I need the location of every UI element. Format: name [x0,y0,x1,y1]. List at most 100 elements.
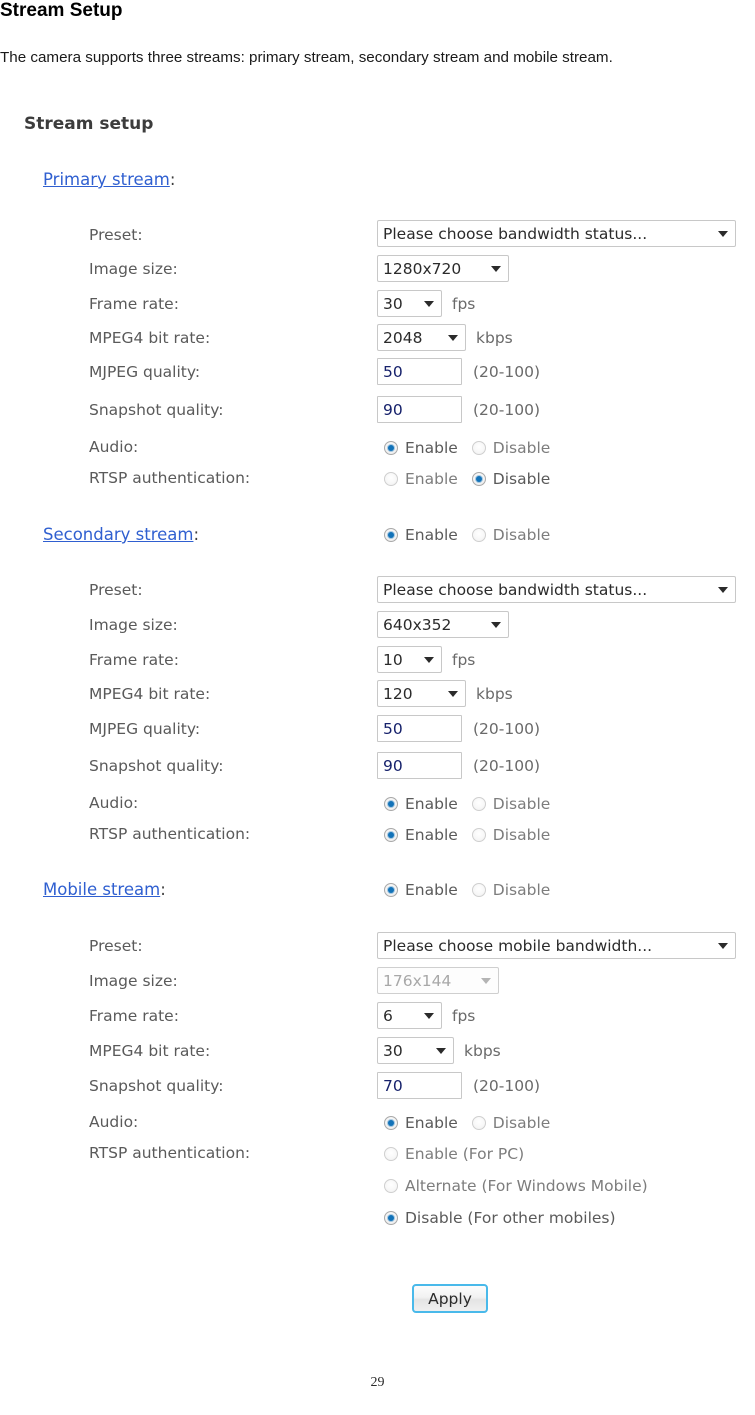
secondary-stream-link[interactable]: Secondary stream [43,525,193,544]
mobile-fps-unit: fps [452,1007,476,1025]
mobile-snapshot-quality-input[interactable]: 70 [377,1072,462,1099]
secondary-snapshot-range-hint: (20-100) [473,757,540,775]
radio-on-icon[interactable] [384,528,398,542]
mobile-mpeg4-bit-rate-value: 30 [383,1041,403,1060]
radio-off-icon[interactable] [471,883,486,897]
mobile-stream-heading[interactable]: Mobile stream: [43,880,166,899]
primary-audio-radio-group[interactable]: Enable Disable [384,437,550,459]
page-number: 29 [370,1375,385,1390]
intro-paragraph: The camera supports three streams: prima… [0,49,613,66]
radio-on-icon[interactable] [384,1211,398,1225]
primary-frame-rate-label: Frame rate: [89,295,179,313]
primary-mpeg4-bit-rate-value: 2048 [383,328,423,347]
chevron-down-icon [436,1047,446,1054]
radio-off-icon[interactable] [384,472,398,486]
primary-snapshot-quality-value: 90 [383,400,403,419]
mobile-rtsp-alternate-option[interactable]: Alternate (For Windows Mobile) [384,1175,648,1197]
secondary-image-size-value: 640x352 [383,615,452,634]
secondary-enable-radio-group[interactable]: Enable Disable [384,524,550,546]
mobile-rtsp-enable-pc-item[interactable]: Enable (For PC) [384,1145,524,1163]
secondary-rtsp-label: RTSP authentication: [89,825,251,843]
secondary-snapshot-quality-label: Snapshot quality: [89,757,224,775]
primary-stream-link[interactable]: Primary stream [43,170,170,189]
primary-audio-enable-option[interactable]: Enable [384,439,458,457]
secondary-enable-option[interactable]: Enable [384,526,458,544]
apply-button[interactable]: Apply [412,1284,488,1313]
chevron-down-icon [718,942,728,949]
secondary-mpeg4-bit-rate-select[interactable]: 120 [377,680,466,707]
primary-mjpeg-quality-label: MJPEG quality: [89,363,201,381]
primary-rtsp-enable-option[interactable]: Enable [384,470,458,488]
radio-on-icon[interactable] [471,472,486,486]
primary-image-size-select[interactable]: 1280x720 [377,255,509,282]
radio-on-icon[interactable] [384,1116,398,1130]
chevron-down-icon [424,300,434,307]
primary-mpeg4-bit-rate-label: MPEG4 bit rate: [89,329,211,347]
secondary-audio-enable-label: Enable [405,795,458,813]
chevron-down-icon [491,265,501,272]
primary-rtsp-label: RTSP authentication: [89,469,251,487]
secondary-mjpeg-quality-input[interactable]: 50 [377,715,462,742]
primary-mpeg4-bit-rate-select[interactable]: 2048 [377,324,466,351]
mobile-rtsp-disable-item[interactable]: Disable (For other mobiles) [384,1209,616,1227]
radio-on-icon[interactable] [384,441,398,455]
primary-rtsp-disable-option[interactable]: Disable [471,470,550,488]
mobile-audio-disable-label: Disable [492,1114,551,1132]
radio-off-icon[interactable] [471,1116,486,1130]
mobile-preset-select[interactable]: Please choose mobile bandwidth... [377,932,736,959]
secondary-frame-rate-select[interactable]: 10 [377,646,442,673]
secondary-mpeg4-bit-rate-value: 120 [383,684,413,703]
chevron-down-icon [448,690,458,697]
secondary-disable-label: Disable [492,526,551,544]
primary-stream-heading[interactable]: Primary stream: [43,170,175,189]
radio-off-icon[interactable] [384,1179,398,1193]
primary-frame-rate-value: 30 [383,294,403,313]
mobile-disable-option[interactable]: Disable [471,881,551,899]
chevron-down-icon [718,586,728,593]
radio-on-icon[interactable] [384,883,398,897]
radio-off-icon[interactable] [384,1147,398,1161]
mobile-rtsp-disable-option[interactable]: Disable (For other mobiles) [384,1207,616,1229]
radio-on-icon[interactable] [384,797,398,811]
secondary-rtsp-enable-option[interactable]: Enable [384,826,458,844]
radio-off-icon[interactable] [471,441,486,455]
mobile-rtsp-alternate-item[interactable]: Alternate (For Windows Mobile) [384,1177,648,1195]
primary-preset-select[interactable]: Please choose bandwidth status... [377,220,736,247]
mobile-enable-radio-group[interactable]: Enable Disable [384,879,550,901]
primary-frame-rate-select[interactable]: 30 [377,290,442,317]
primary-mjpeg-quality-input[interactable]: 50 [377,358,462,385]
chevron-down-icon [448,334,458,341]
mobile-rtsp-enable-pc-option[interactable]: Enable (For PC) [384,1143,524,1165]
secondary-audio-disable-option[interactable]: Disable [471,795,550,813]
secondary-stream-colon: : [193,525,200,544]
primary-audio-disable-label: Disable [492,439,551,457]
secondary-rtsp-disable-option[interactable]: Disable [471,826,550,844]
mobile-audio-radio-group[interactable]: Enable Disable [384,1112,550,1134]
secondary-stream-heading[interactable]: Secondary stream: [43,525,199,544]
secondary-audio-enable-option[interactable]: Enable [384,795,458,813]
radio-off-icon[interactable] [471,528,486,542]
secondary-image-size-select[interactable]: 640x352 [377,611,509,638]
mobile-frame-rate-select[interactable]: 6 [377,1002,442,1029]
panel-heading: Stream setup [24,114,154,134]
primary-snapshot-quality-input[interactable]: 90 [377,396,462,423]
radio-on-icon[interactable] [384,828,398,842]
mobile-enable-option[interactable]: Enable [384,881,458,899]
radio-off-icon[interactable] [471,797,486,811]
secondary-snapshot-quality-input[interactable]: 90 [377,752,462,779]
primary-audio-disable-option[interactable]: Disable [471,439,551,457]
chevron-down-icon [424,656,434,663]
mobile-audio-label: Audio: [89,1113,139,1131]
secondary-audio-label: Audio: [89,794,139,812]
radio-off-icon[interactable] [471,828,486,842]
secondary-rtsp-radio-group[interactable]: Enable Disable [384,824,550,846]
secondary-disable-option[interactable]: Disable [471,526,551,544]
mobile-audio-disable-option[interactable]: Disable [471,1114,551,1132]
primary-rtsp-radio-group[interactable]: Enable Disable [384,468,550,490]
secondary-preset-select[interactable]: Please choose bandwidth status... [377,576,736,603]
mobile-stream-link[interactable]: Mobile stream [43,880,160,899]
mobile-mpeg4-bit-rate-select[interactable]: 30 [377,1037,454,1064]
secondary-audio-radio-group[interactable]: Enable Disable [384,793,550,815]
mobile-audio-enable-option[interactable]: Enable [384,1114,458,1132]
mobile-disable-label: Disable [492,881,551,899]
